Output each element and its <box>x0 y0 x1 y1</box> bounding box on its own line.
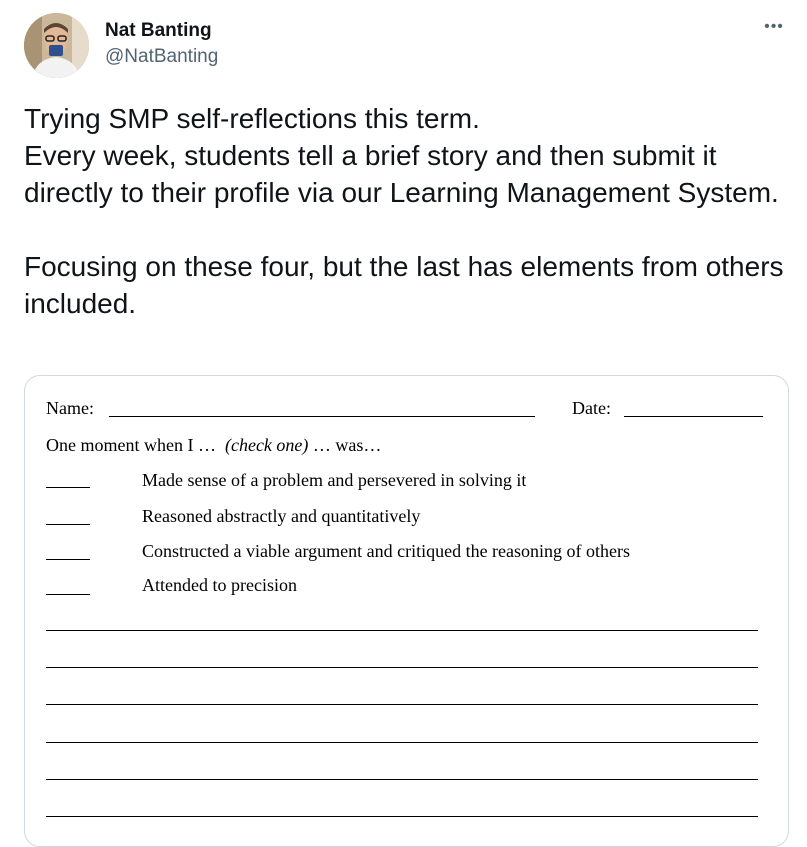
writing-line <box>46 779 758 780</box>
tweet-text-gap <box>24 211 784 248</box>
attached-image[interactable]: Name: Date: One moment when I … (check o… <box>24 375 789 847</box>
checkbox-blank <box>46 559 90 560</box>
tweet: Nat Banting @NatBanting ••• Trying SMP s… <box>0 0 807 847</box>
checkbox-blank <box>46 487 90 488</box>
author-name[interactable]: Nat Banting <box>105 20 212 42</box>
option-label: Attended to precision <box>142 575 297 595</box>
tweet-text: Trying SMP self-reflections this term. E… <box>24 100 784 322</box>
prompt: One moment when I … (check one) … was… <box>46 434 381 456</box>
tweet-text-line: Every week, students tell a brief story … <box>24 140 779 208</box>
writing-line <box>46 816 758 817</box>
prompt-prefix: One moment when I … <box>46 435 216 455</box>
option-label: Made sense of a problem and persevered i… <box>142 470 527 490</box>
option-label: Reasoned abstractly and quantitatively <box>142 506 421 526</box>
name-label: Name: <box>46 398 94 418</box>
tweet-text-line: Trying SMP self-reflections this term. <box>24 103 480 134</box>
worksheet: Name: Date: One moment when I … (check o… <box>25 376 788 846</box>
option-label: Constructed a viable argument and critiq… <box>142 541 631 561</box>
writing-line <box>46 667 758 668</box>
date-blank <box>624 416 763 417</box>
writing-line <box>46 704 758 705</box>
avatar-photo <box>24 13 89 78</box>
more-horizontal-icon[interactable]: ••• <box>760 19 788 40</box>
author-handle[interactable]: @NatBanting <box>105 46 218 68</box>
avatar[interactable] <box>24 13 89 78</box>
name-blank <box>109 416 535 417</box>
date-label: Date: <box>572 398 611 418</box>
checkbox-blank <box>46 524 90 525</box>
tweet-text-line: Focusing on these four, but the last has… <box>24 251 784 319</box>
prompt-suffix: … was… <box>312 435 382 455</box>
prompt-italic: (check one) <box>224 435 309 455</box>
writing-line <box>46 742 758 743</box>
checkbox-blank <box>46 594 90 595</box>
writing-line <box>46 630 758 631</box>
